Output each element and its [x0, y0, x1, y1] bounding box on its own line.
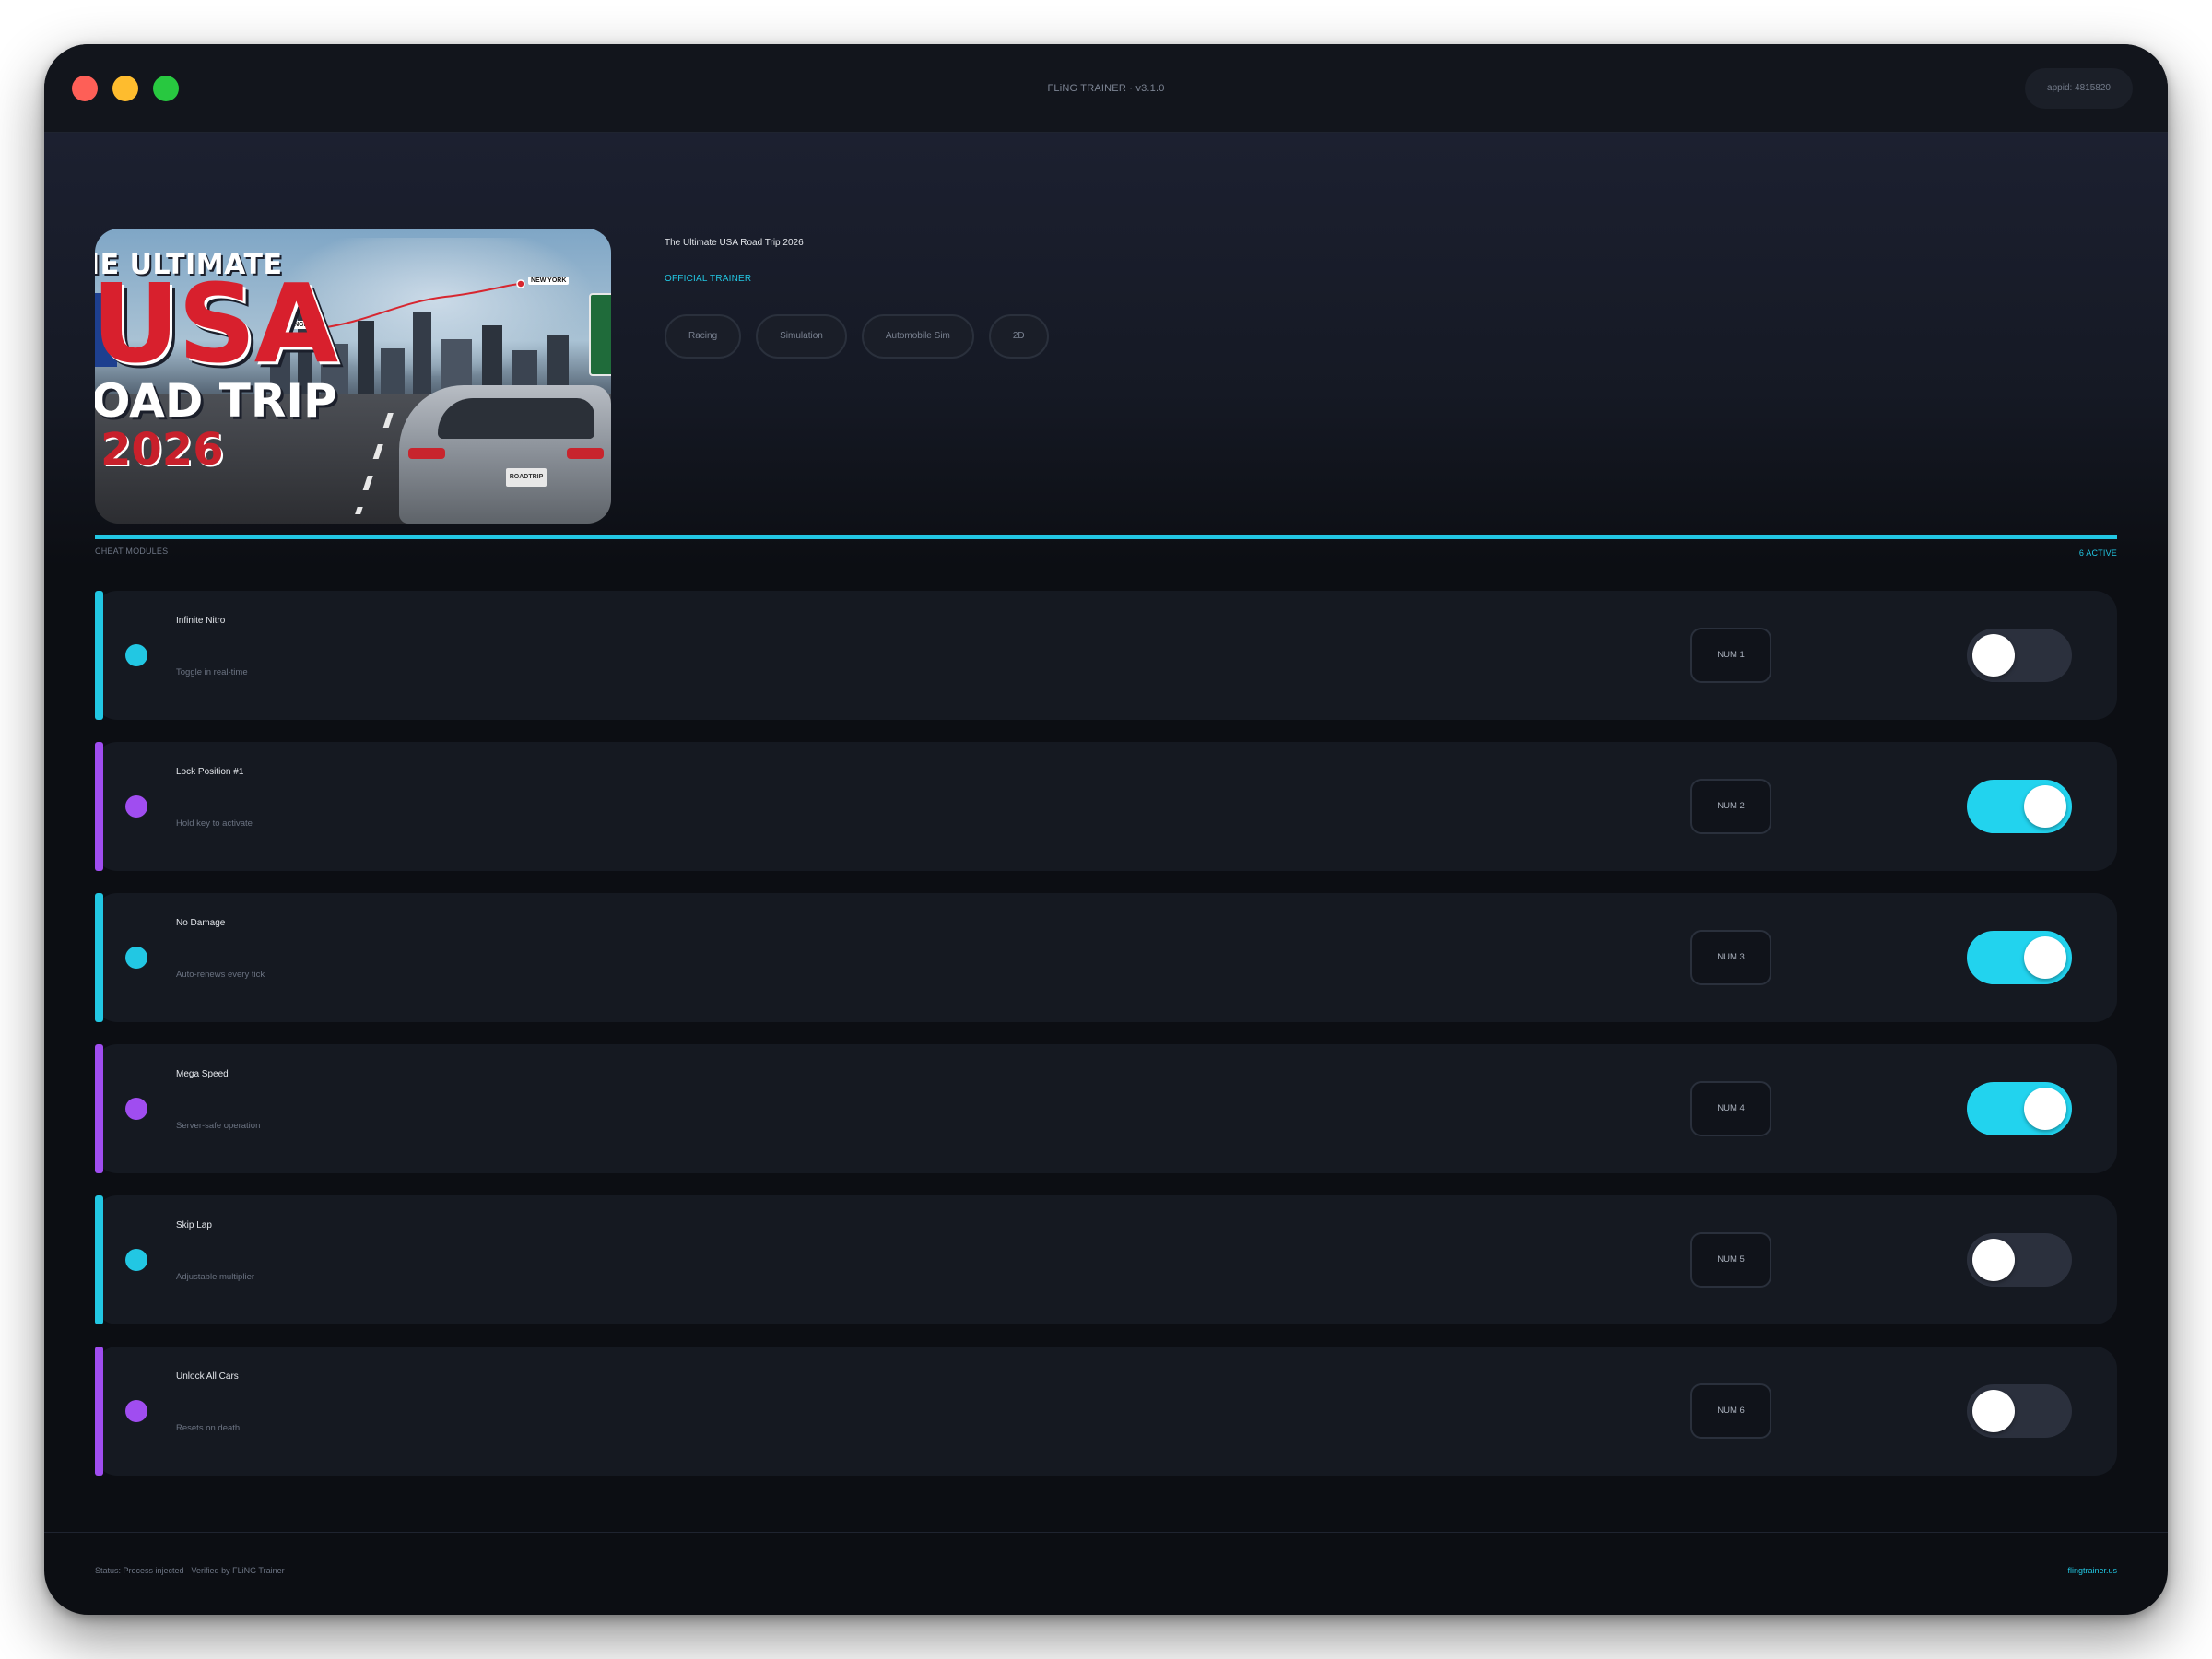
car-taillight-left: [408, 448, 445, 459]
website-link[interactable]: flingtrainer.us: [2067, 1566, 2117, 1575]
active-count-label: 6 ACTIVE: [2078, 548, 2117, 558]
module-hotkey-button[interactable]: NUM 6: [1690, 1383, 1771, 1439]
cheat-module-row[interactable]: Skip Lap Adjustable multiplier NUM 5: [95, 1195, 2117, 1324]
module-name: No Damage: [176, 918, 226, 928]
status-text: Status: Process injected · Verified by F…: [95, 1566, 285, 1575]
module-toggle-switch[interactable]: [1967, 629, 2072, 682]
module-status-dot-icon: [125, 1400, 147, 1422]
module-toggle-switch[interactable]: [1967, 1384, 2072, 1438]
module-status-dot-icon: [125, 1098, 147, 1120]
game-title: The Ultimate USA Road Trip 2026: [665, 238, 804, 248]
module-accent-stripe: [95, 1195, 103, 1324]
cover-title-line-4: 2026: [100, 424, 224, 476]
toggle-knob: [1972, 1390, 2015, 1432]
cheat-module-row[interactable]: No Damage Auto-renews every tick NUM 3: [95, 893, 2117, 1022]
city-label-east: NEW YORK: [528, 276, 570, 285]
cheat-module-row[interactable]: Mega Speed Server-safe operation NUM 4: [95, 1044, 2117, 1173]
module-accent-stripe: [95, 742, 103, 871]
module-toggle-switch[interactable]: [1967, 780, 2072, 833]
module-toggle-switch[interactable]: [1967, 1082, 2072, 1135]
genre-tag[interactable]: Automobile Sim: [861, 314, 974, 359]
module-description: Auto-renews every tick: [176, 970, 265, 980]
module-description: Hold key to activate: [176, 818, 253, 829]
game-cover-image: ROADTRIP NEW YORK LOS ANGELES IE ULTIMAT…: [95, 229, 611, 524]
cheat-module-row[interactable]: Infinite Nitro Toggle in real-time NUM 1: [95, 591, 2117, 720]
trainer-window: FLiNG TRAINER · v3.1.0 appid: 4815820 RO…: [44, 44, 2168, 1615]
appid-badge: appid: 4815820: [2025, 68, 2133, 109]
module-toggle-switch[interactable]: [1967, 1233, 2072, 1287]
cheat-module-row[interactable]: Lock Position #1 Hold key to activate NUM …: [95, 742, 2117, 871]
module-status-dot-icon: [125, 947, 147, 969]
module-status-dot-icon: [125, 795, 147, 818]
genre-tag[interactable]: Simulation: [756, 314, 847, 359]
module-name: Mega Speed: [176, 1069, 229, 1079]
module-description: Adjustable multiplier: [176, 1272, 255, 1282]
module-accent-stripe: [95, 1347, 103, 1476]
module-name: Infinite Nitro: [176, 616, 226, 626]
section-divider: [95, 535, 2117, 539]
highway-sign-graphic: [589, 293, 611, 376]
module-hotkey-button[interactable]: NUM 4: [1690, 1081, 1771, 1136]
toggle-knob: [1972, 634, 2015, 677]
car-window-graphic: [438, 398, 594, 439]
cover-title-line-2: USA: [95, 260, 338, 387]
module-accent-stripe: [95, 893, 103, 1022]
module-hotkey-button[interactable]: NUM 3: [1690, 930, 1771, 985]
module-accent-stripe: [95, 1044, 103, 1173]
official-trainer-label: OFFICIAL TRAINER: [665, 274, 752, 284]
module-status-dot-icon: [125, 644, 147, 666]
module-toggle-switch[interactable]: [1967, 931, 2072, 984]
cheat-module-row[interactable]: Unlock All Cars Resets on death NUM 6: [95, 1347, 2117, 1476]
genre-tag[interactable]: Racing: [665, 314, 742, 359]
cheat-modules-heading: CHEAT MODULES: [95, 547, 169, 556]
module-description: Toggle in real-time: [176, 667, 248, 677]
car-license-plate: ROADTRIP: [506, 468, 547, 487]
module-name: Skip Lap: [176, 1220, 212, 1230]
cover-title-line-3: OAD TRIP: [95, 374, 337, 428]
genre-tags: Racing Simulation Automobile Sim 2D: [665, 314, 1049, 359]
module-name: Lock Position #1: [176, 767, 244, 777]
module-description: Server-safe operation: [176, 1121, 261, 1131]
module-hotkey-button[interactable]: NUM 2: [1690, 779, 1771, 834]
genre-tag[interactable]: 2D: [988, 314, 1049, 359]
toggle-knob: [2024, 1088, 2066, 1130]
module-accent-stripe: [95, 591, 103, 720]
title-bar: FLiNG TRAINER · v3.1.0 appid: 4815820: [44, 44, 2168, 133]
module-hotkey-button[interactable]: NUM 5: [1690, 1232, 1771, 1288]
status-footer: Status: Process injected · Verified by F…: [44, 1532, 2168, 1615]
module-hotkey-button[interactable]: NUM 1: [1690, 628, 1771, 683]
toggle-knob: [1972, 1239, 2015, 1281]
toggle-knob: [2024, 785, 2066, 828]
module-description: Resets on death: [176, 1423, 241, 1433]
game-header: ROADTRIP NEW YORK LOS ANGELES IE ULTIMAT…: [44, 133, 2168, 566]
car-taillight-right: [567, 448, 604, 459]
window-title: FLiNG TRAINER · v3.1.0: [1047, 83, 1165, 94]
module-status-dot-icon: [125, 1249, 147, 1271]
toggle-knob: [2024, 936, 2066, 979]
module-name: Unlock All Cars: [176, 1371, 239, 1382]
